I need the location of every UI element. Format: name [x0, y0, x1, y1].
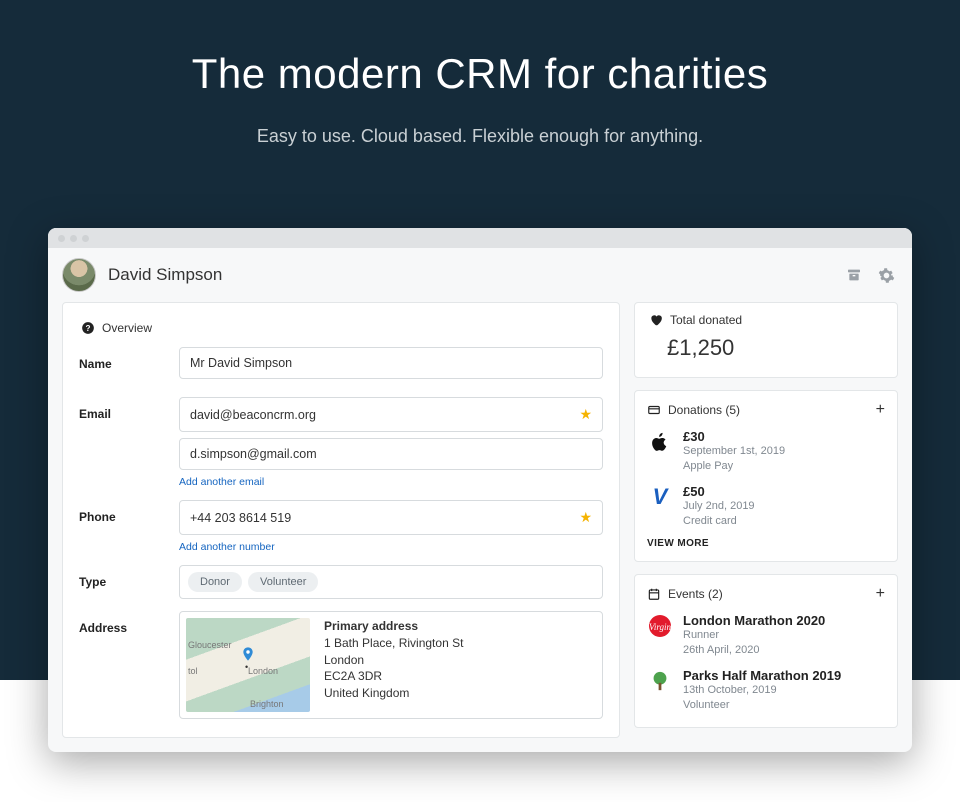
events-header: Events (2) — [668, 587, 723, 601]
person-name: David Simpson — [108, 265, 832, 285]
map-thumbnail[interactable]: Gloucester tol London Brighton • — [186, 618, 310, 712]
phone-label: Phone — [79, 500, 179, 524]
card-icon — [647, 403, 661, 417]
apple-icon — [647, 429, 673, 455]
overview-label: Overview — [102, 321, 152, 335]
total-value: £1,250 — [667, 335, 883, 361]
heart-icon — [649, 313, 663, 327]
add-phone-link[interactable]: Add another number — [179, 541, 603, 553]
add-email-link[interactable]: Add another email — [179, 476, 603, 488]
name-label: Name — [79, 347, 179, 371]
traffic-light-max[interactable] — [82, 235, 89, 242]
type-field[interactable]: Donor Volunteer — [179, 565, 603, 599]
event-item[interactable]: Virgin London Marathon 2020 Runner26th A… — [647, 613, 885, 658]
email-field-0[interactable]: david@beaconcrm.org★ — [179, 397, 603, 432]
svg-text:Virgin: Virgin — [649, 622, 671, 632]
add-donation-button[interactable]: + — [876, 401, 885, 419]
add-event-button[interactable]: + — [876, 585, 885, 603]
window-chrome — [48, 228, 912, 248]
donations-card: Donations (5) + £30 September 1st, 2019A… — [634, 390, 898, 562]
gear-icon[interactable] — [876, 265, 896, 285]
event-item[interactable]: Parks Half Marathon 2019 13th October, 2… — [647, 668, 885, 713]
svg-text:?: ? — [86, 324, 91, 333]
type-label: Type — [79, 565, 179, 589]
email-label: Email — [79, 397, 179, 421]
archive-button[interactable] — [844, 265, 864, 285]
hero-subtitle: Easy to use. Cloud based. Flexible enoug… — [0, 126, 960, 147]
visa-icon: V — [647, 484, 673, 510]
donation-item[interactable]: £30 September 1st, 2019Apple Pay — [647, 429, 885, 474]
virgin-icon: Virgin — [647, 613, 673, 639]
total-label: Total donated — [670, 313, 742, 327]
overview-card: ? Overview Name Mr David Simpson Email d… — [62, 302, 620, 738]
star-icon[interactable]: ★ — [579, 509, 592, 526]
events-card: Events (2) + Virgin London Marathon 2020… — [634, 574, 898, 727]
address-label: Address — [79, 611, 179, 635]
help-icon[interactable]: ? — [81, 321, 95, 335]
donation-item[interactable]: V £50 July 2nd, 2019Credit card — [647, 484, 885, 529]
tag-volunteer[interactable]: Volunteer — [248, 572, 318, 592]
avatar[interactable] — [62, 258, 96, 292]
calendar-icon — [647, 587, 661, 601]
tag-donor[interactable]: Donor — [188, 572, 242, 592]
tree-icon — [647, 668, 673, 694]
map-pin-icon — [240, 646, 256, 662]
hero-title: The modern CRM for charities — [0, 50, 960, 98]
donations-header: Donations (5) — [668, 403, 740, 417]
name-field[interactable]: Mr David Simpson — [179, 347, 603, 379]
view-more-link[interactable]: VIEW MORE — [647, 538, 885, 549]
traffic-light-close[interactable] — [58, 235, 65, 242]
app-window: David Simpson ? Overview Name Mr David S… — [48, 228, 912, 752]
traffic-light-min[interactable] — [70, 235, 77, 242]
total-donated-card: Total donated £1,250 — [634, 302, 898, 378]
email-field-1[interactable]: d.simpson@gmail.com — [179, 438, 603, 470]
record-header: David Simpson — [48, 248, 912, 302]
address-text: Primary address 1 Bath Place, Rivington … — [324, 618, 463, 712]
address-field[interactable]: Gloucester tol London Brighton • Primary… — [179, 611, 603, 719]
phone-field-0[interactable]: +44 203 8614 519★ — [179, 500, 603, 535]
star-icon[interactable]: ★ — [579, 406, 592, 423]
